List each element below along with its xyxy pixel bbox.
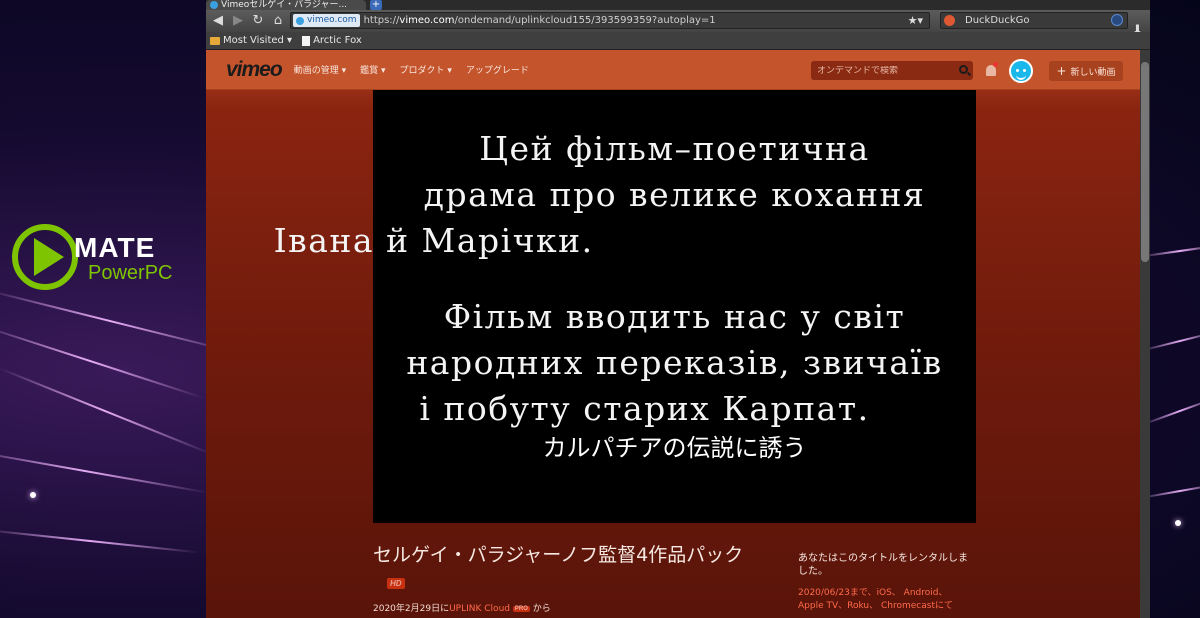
url-path: /ondemand/uplinkcloud155/393599359?autop… bbox=[454, 15, 716, 26]
new-video-label: 新しい動画 bbox=[1070, 67, 1116, 78]
vimeo-site-icon bbox=[296, 16, 304, 25]
vimeo-favicon-icon bbox=[210, 1, 218, 9]
intertitle-line: і побуту старих Карпат. bbox=[419, 389, 870, 428]
from-label: から bbox=[529, 604, 551, 614]
tab-bar: Vimeoセルゲイ・パラジャー... + bbox=[206, 0, 1150, 10]
new-video-button[interactable]: + 新しい動画 bbox=[1049, 61, 1123, 81]
search-bar[interactable]: DuckDuckGo bbox=[940, 12, 1128, 29]
bookmark-label: Arctic Fox bbox=[313, 35, 362, 46]
intertitle-line: драма про велике кохання bbox=[423, 175, 926, 214]
intertitle-line: Цей фільм–поетична bbox=[479, 129, 870, 168]
duckduckgo-icon[interactable] bbox=[944, 15, 955, 26]
home-icon[interactable]: ⌂ bbox=[270, 13, 286, 29]
video-title-text: セルゲイ・パラジャーノフ監督4作品パック bbox=[373, 544, 744, 566]
browser-window: Vimeoセルゲイ・パラジャー... + ◀ ▶ ↻ ⌂ vimeo.com h… bbox=[206, 0, 1150, 618]
wallpaper-streak bbox=[0, 448, 209, 494]
scrollbar-thumb[interactable] bbox=[1141, 62, 1149, 262]
vimeo-page: vimeo 動画の管理 ▾ 鑑賞 ▾ プロダクト ▾ アップグレード + 新しい… bbox=[206, 50, 1140, 618]
url-host: vimeo.com bbox=[399, 15, 455, 26]
logo-word-mate: MATE bbox=[74, 232, 156, 263]
navigation-toolbar: ◀ ▶ ↻ ⌂ vimeo.com https://vimeo.com/onde… bbox=[206, 10, 1150, 38]
forward-arrow-icon[interactable]: ▶ bbox=[230, 13, 246, 29]
search-go-icon[interactable] bbox=[1111, 14, 1123, 26]
url-prefix: https:// bbox=[363, 15, 400, 26]
nav-upgrade[interactable]: アップグレード bbox=[466, 63, 529, 76]
upload-date: 2020年2月29日に bbox=[373, 604, 450, 614]
pro-badge: PRO bbox=[512, 605, 530, 612]
wallpaper-streak bbox=[0, 528, 200, 554]
wallpaper-streak bbox=[0, 322, 205, 400]
mate-powerpc-logo: MATE PowerPC bbox=[12, 224, 212, 294]
wallpaper-sparkle bbox=[30, 492, 36, 498]
video-player[interactable]: Цей фільм–поетична драма про велике коха… bbox=[274, 90, 976, 523]
intertitle-block-1: Цей фільм–поетична драма про велике коха… bbox=[274, 126, 926, 264]
reload-icon[interactable]: ↻ bbox=[250, 13, 266, 29]
rental-info: あなたはこのタイトルをレンタルしました。 bbox=[798, 553, 968, 577]
tab-vimeo[interactable]: Vimeoセルゲイ・パラジャー... bbox=[206, 0, 366, 10]
vimeo-header: vimeo 動画の管理 ▾ 鑑賞 ▾ プロダクト ▾ アップグレード + 新しい… bbox=[206, 50, 1140, 90]
url-text[interactable]: https://vimeo.com/ondemand/uplinkcloud15… bbox=[364, 15, 716, 26]
bookmark-label: Most Visited ▾ bbox=[223, 35, 293, 46]
ondemand-search-input[interactable] bbox=[811, 65, 951, 76]
bookmark-star-icon[interactable]: ★▾ bbox=[908, 14, 923, 27]
plus-icon: + bbox=[1056, 64, 1067, 78]
wallpaper-streak bbox=[0, 366, 213, 456]
nav-products[interactable]: プロダクト ▾ bbox=[399, 63, 451, 76]
bookmark-most-visited[interactable]: Most Visited ▾ bbox=[210, 35, 292, 46]
new-tab-button[interactable]: + bbox=[370, 0, 382, 10]
video-meta: 2020年2月29日にUPLINK Cloud PRO から bbox=[373, 601, 551, 614]
folder-icon bbox=[210, 36, 220, 45]
logo-play-icon bbox=[34, 238, 64, 276]
back-arrow-icon[interactable]: ◀ bbox=[210, 13, 226, 29]
vimeo-logo[interactable]: vimeo bbox=[226, 58, 283, 82]
uploader-link[interactable]: UPLINK Cloud bbox=[449, 604, 510, 614]
ondemand-search bbox=[811, 61, 973, 80]
user-avatar[interactable] bbox=[1009, 59, 1033, 83]
page-scrollbar[interactable] bbox=[1140, 50, 1150, 618]
bookmarks-toolbar: Most Visited ▾ Arctic Fox bbox=[206, 32, 1150, 50]
site-identity-label: vimeo.com bbox=[307, 15, 357, 25]
search-engine-label: DuckDuckGo bbox=[965, 15, 1030, 26]
logo-word-powerpc: PowerPC bbox=[88, 262, 173, 284]
video-title: セルゲイ・パラジャーノフ監督4作品パック HD bbox=[373, 541, 773, 597]
bookmark-arctic-fox[interactable]: Arctic Fox bbox=[302, 35, 362, 46]
notification-dot bbox=[993, 62, 998, 67]
hd-badge: HD bbox=[387, 578, 405, 589]
tab-title: Vimeoセルゲイ・パラジャー... bbox=[221, 0, 348, 10]
page-icon bbox=[302, 35, 311, 46]
intertitle-block-2: Фільм вводить нас у світ народних перека… bbox=[406, 294, 942, 432]
intertitle-line: Івана й Марічки. bbox=[273, 221, 594, 260]
search-icon[interactable] bbox=[959, 65, 968, 74]
vimeo-nav: 動画の管理 ▾ 鑑賞 ▾ プロダクト ▾ アップグレード bbox=[294, 63, 543, 76]
nav-watch[interactable]: 鑑賞 ▾ bbox=[360, 63, 385, 76]
wallpaper-streak bbox=[1142, 396, 1200, 426]
nav-manage-videos[interactable]: 動画の管理 ▾ bbox=[294, 63, 346, 76]
rental-detail: 2020/06/23まで、iOS、 Android、 Apple TV、Roku… bbox=[798, 588, 953, 611]
url-bar[interactable]: vimeo.com https://vimeo.com/ondemand/upl… bbox=[290, 12, 930, 29]
wallpaper-sparkle bbox=[1175, 520, 1181, 526]
site-identity-chip[interactable]: vimeo.com bbox=[293, 14, 360, 27]
intertitle-line: Фільм вводить нас у світ bbox=[443, 297, 906, 336]
intertitle-line: народних переказів, звичаїв bbox=[406, 343, 943, 382]
video-subtitle: カルパチアの伝説に誘う bbox=[542, 434, 807, 462]
